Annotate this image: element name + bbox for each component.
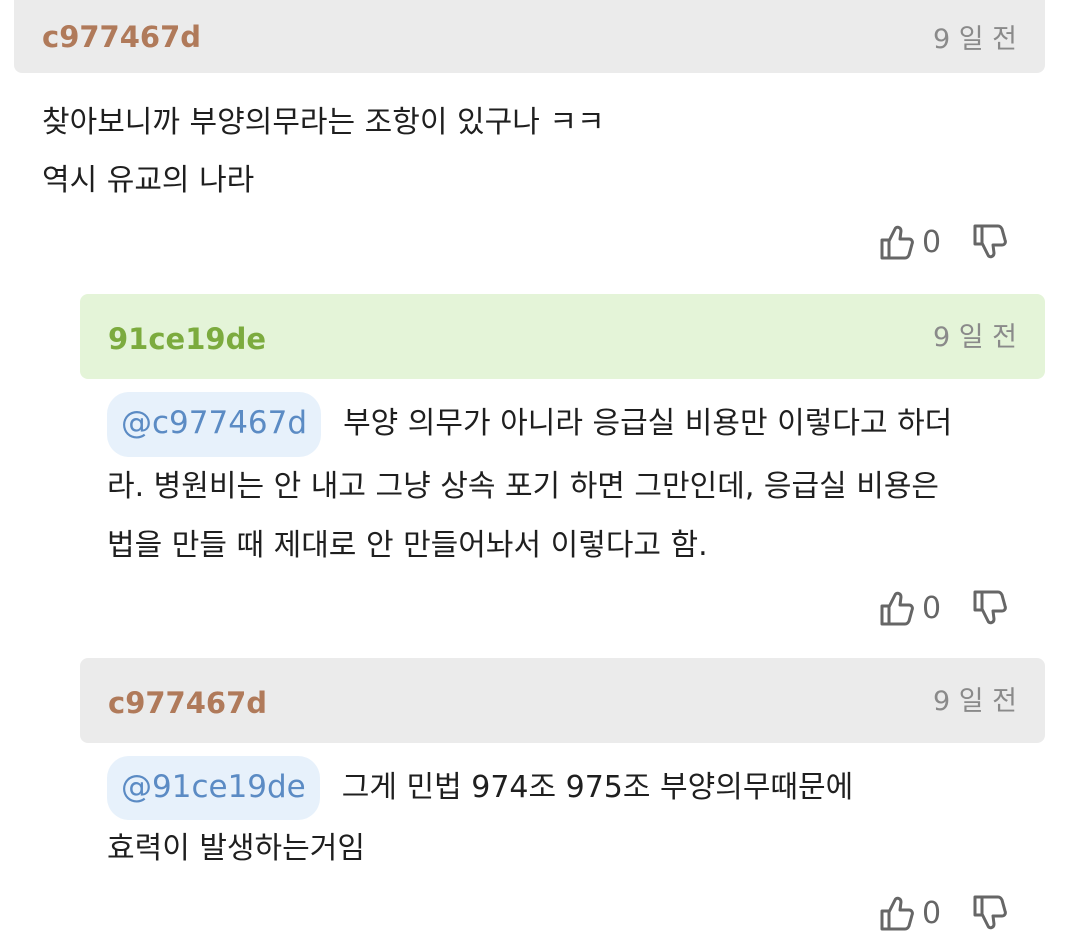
comment-author[interactable]: c977467d [42,20,201,54]
vote-bar: 0 [878,222,1009,262]
comment-text-line: 법을 만들 때 제대로 안 만들어놔서 이렇다고 함. [107,528,708,563]
comment-text: 그게 민법 974조 975조 부양의무때문에 [341,770,854,805]
comment-timestamp: 9 일 전 [932,322,1017,353]
thumbs-down-icon [973,590,1007,625]
comment-text-line: @91ce19de 그게 민법 974조 975조 부양의무때문에 [107,756,853,820]
comment-text-line: 찾아보니까 부양의무라는 조항이 있구나 ㅋㅋ [42,105,605,140]
dislike-button[interactable] [971,588,1009,628]
vote-bar: 0 [878,588,1009,628]
like-count: 0 [922,590,942,626]
like-button[interactable]: 0 [878,893,941,933]
dislike-button[interactable] [971,222,1009,262]
comment-author[interactable]: c977467d [108,686,267,720]
comment-body: @91ce19de 그게 민법 974조 975조 부양의무때문에 효력이 발생하… [107,756,853,878]
comment-author[interactable]: 91ce19de [108,322,266,356]
comment-body: @c977467d 부양 의무가 아니라 응급실 비용만 이렇다고 하더 라. 병… [107,392,952,575]
thumbs-down-icon [973,224,1007,259]
comment-text-line: 라. 병원비는 안 내고 그냥 상속 포기 하면 그만인데, 응급실 비용은 [107,469,940,504]
thumbs-up-icon [880,591,914,626]
comment-timestamp: 9 일 전 [932,24,1017,55]
comment-text-line: @c977467d 부양 의무가 아니라 응급실 비용만 이렇다고 하더 [107,392,952,457]
mention-tag[interactable]: @c977467d [107,392,322,457]
comment-text-line: 효력이 발생하는거임 [107,831,365,866]
comment-timestamp: 9 일 전 [932,686,1017,717]
dislike-button[interactable] [971,893,1009,933]
thumbs-up-icon [880,225,914,260]
like-button[interactable]: 0 [878,222,941,262]
comment-body: 찾아보니까 부양의무라는 조항이 있구나 ㅋㅋ 역시 유교의 나라 [42,94,605,210]
like-button[interactable]: 0 [878,588,941,628]
mention-tag[interactable]: @91ce19de [107,756,320,820]
comment-text-line: 역시 유교의 나라 [42,163,255,198]
comment-header: c977467d 9 일 전 [14,0,1045,73]
vote-bar: 0 [878,893,1009,933]
thumbs-down-icon [973,895,1007,930]
like-count: 0 [922,895,942,931]
comment-header: 91ce19de 9 일 전 [80,294,1045,379]
comment-text: 부양 의무가 아니라 응급실 비용만 이렇다고 하더 [343,406,953,441]
comment-header: c977467d 9 일 전 [80,658,1045,743]
like-count: 0 [922,224,942,260]
thumbs-up-icon [880,896,914,931]
